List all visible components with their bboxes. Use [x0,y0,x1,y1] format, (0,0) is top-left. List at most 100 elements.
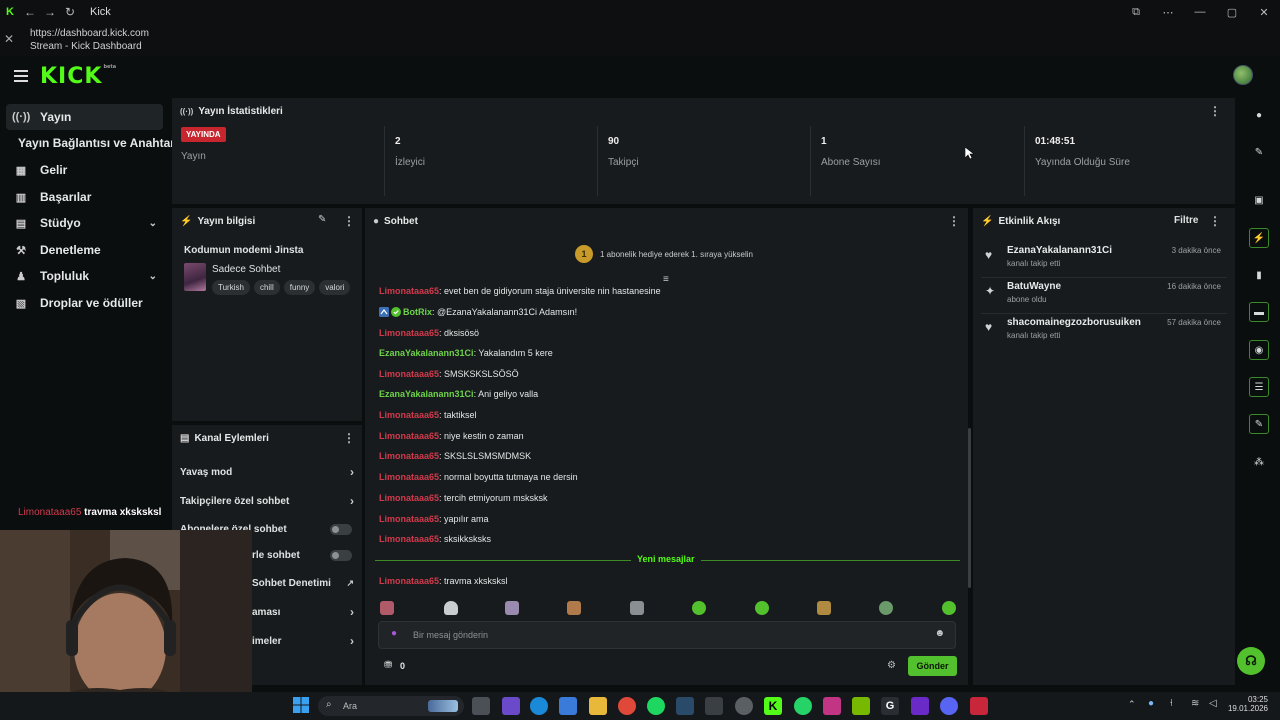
trash-icon[interactable]: ▮ [1249,265,1269,285]
chat-icon[interactable]: ▬ [1249,302,1269,322]
app-icon[interactable] [911,697,929,715]
chat-username[interactable]: EzanaYakalanann31Ci [379,389,474,399]
chevron-up-icon[interactable]: ⌃ [1128,699,1136,710]
more-options-icon[interactable]: ⋮ [948,214,960,228]
emoji-icon[interactable]: ☻ [934,628,945,639]
chat-username[interactable]: Limonataaa65 [379,576,439,586]
user-avatar[interactable] [1233,65,1253,85]
emote-icon[interactable] [879,601,893,615]
subscribers-only-toggle[interactable] [330,523,352,535]
emote-icon[interactable] [380,601,394,615]
discord-icon[interactable] [940,697,958,715]
microphone-icon[interactable]: ⍿ [1170,698,1173,709]
sidebar-item-studio[interactable]: ▤ Stüdyo ⌄ [6,210,163,236]
sidebar-item-community[interactable]: ♟ Topluluk ⌄ [6,263,163,289]
windows-start-icon[interactable] [293,697,309,713]
collapse-icon[interactable]: ≡ [663,274,669,285]
close-icon[interactable]: ✕ [4,32,14,46]
filter-button[interactable]: Filtre [1174,215,1198,226]
emote-only-toggle[interactable] [330,549,352,561]
slow-mode-row[interactable]: Yavaş mod › [180,462,360,482]
chat-input-placeholder[interactable]: Bir mesaj gönderin [413,630,488,640]
url-text[interactable]: https://dashboard.kick.com [30,28,149,39]
copilot-icon[interactable] [502,697,520,715]
back-icon[interactable]: ← [20,0,40,24]
chat-username[interactable]: Limonataaa65 [379,431,439,441]
tray-icon[interactable]: ● [1148,698,1154,709]
chrome-icon[interactable] [618,697,636,715]
category-thumbnail[interactable] [184,263,206,291]
chat-username[interactable]: Limonataaa65 [379,493,439,503]
edit-icon[interactable]: ✎ [318,214,326,225]
taskbar-search[interactable]: ⌕ Ara [318,696,464,716]
obs-icon[interactable] [735,697,753,715]
chat-scrollbar[interactable] [968,428,971,588]
sidebar-item-stream[interactable]: ((·)) Yayın [6,104,163,130]
edge-icon[interactable] [530,697,548,715]
chat-username[interactable]: Limonataaa65 [379,451,439,461]
list-icon[interactable]: ☰ [1249,377,1269,397]
broadcast-icon[interactable]: ◉ [1249,340,1269,360]
app-icon[interactable] [705,697,723,715]
edit-icon[interactable]: ✎ [1249,142,1269,162]
info-icon[interactable]: ● [1249,105,1269,125]
sidebar-item-moderation[interactable]: ⚒ Denetleme [6,237,163,263]
app-icon[interactable]: ⧉ [1120,0,1152,24]
more-options-icon[interactable]: ⋮ [343,214,355,228]
spotify-icon[interactable] [647,697,665,715]
chat-username[interactable]: Limonataaa65 [379,328,439,338]
wrench-icon[interactable]: ✎ [1249,414,1269,434]
send-button[interactable]: Gönder [908,656,957,676]
chat-username[interactable]: EzanaYakalanann31Ci [379,348,474,358]
more-options-icon[interactable]: ⋮ [343,431,355,445]
tag[interactable]: chill [253,280,280,295]
tag[interactable]: valori [319,280,351,295]
chat-username[interactable]: Limonataaa65 [379,534,439,544]
chat-username[interactable]: BotRix [403,307,432,317]
sidebar-item-achievements[interactable]: ▥ Başarılar [6,184,163,210]
activity-username[interactable]: shacomainegzozborusuiken [1007,317,1141,328]
emote-icon[interactable] [755,601,769,615]
chat-username[interactable]: Limonataaa65 [379,410,439,420]
store-icon[interactable] [559,697,577,715]
tag[interactable]: funny [283,280,316,295]
steam-icon[interactable] [676,697,694,715]
support-icon[interactable]: ☊ [1237,647,1265,675]
menu-icon[interactable] [14,70,28,85]
kick-logo[interactable]: KICKbeta [40,64,116,89]
activity-username[interactable]: BatuWayne [1007,281,1061,292]
chat-username[interactable]: Limonataaa65 [379,514,439,524]
kick-app-icon[interactable]: K [764,697,782,715]
emote-icon[interactable] [505,601,519,615]
bolt-icon[interactable]: ⚡ [1249,228,1269,248]
file-explorer-icon[interactable] [589,697,607,715]
emote-icon[interactable] [567,601,581,615]
minimize-icon[interactable]: — [1184,0,1216,24]
chat-input-box[interactable]: ● Bir mesaj gönderin ☻ [378,621,956,649]
points-icon[interactable]: ⛃ [384,660,392,671]
clock[interactable]: 03:25 19.01.2026 [1222,695,1268,713]
close-window-icon[interactable]: ✕ [1248,0,1280,24]
chat-username[interactable]: Limonataaa65 [379,472,439,482]
sidebar-item-revenue[interactable]: ▦ Gelir [6,157,163,183]
emote-icon[interactable] [692,601,706,615]
reload-icon[interactable]: ↻ [60,0,80,24]
nvidia-icon[interactable] [852,697,870,715]
emote-icon[interactable] [630,601,644,615]
app-icon[interactable] [970,697,988,715]
category-name[interactable]: Sadece Sohbet [212,264,280,275]
app-icon[interactable]: G [881,697,899,715]
volume-icon[interactable]: ◁ [1209,698,1217,709]
task-view-icon[interactable] [472,697,490,715]
maximize-icon[interactable]: ▢ [1216,0,1248,24]
whatsapp-icon[interactable] [794,697,812,715]
more-icon[interactable]: ⋯ [1152,0,1184,24]
forward-icon[interactable]: → [40,0,60,24]
chat-username[interactable]: Limonataaa65 [379,369,439,379]
sidebar-item-drops[interactable]: ▧ Droplar ve ödüller [6,290,163,316]
chat-username[interactable]: Limonataaa65 [379,286,439,296]
activity-username[interactable]: EzanaYakalanann31Ci [1007,245,1112,256]
followers-only-row[interactable]: Takipçilere özel sohbet › [180,491,360,511]
more-options-icon[interactable]: ⋮ [1209,104,1221,118]
emote-icon[interactable] [444,601,458,615]
